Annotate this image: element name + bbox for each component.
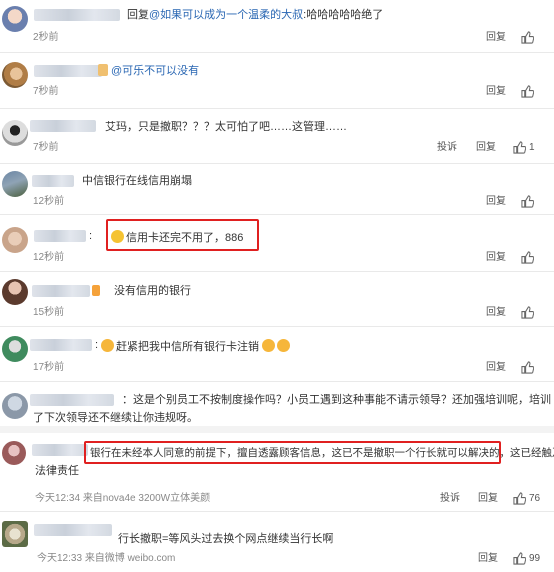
comment-text: 中信银行在线信用崩塌 bbox=[82, 175, 192, 187]
reply-button[interactable]: 回复 bbox=[486, 196, 506, 208]
comment-row-9: 银行在未经本人同意的前提下，擅自透露顾客信息，这已不是撤职一个行长就可以解决的，… bbox=[0, 433, 554, 512]
comment-text: 没有信用的银行 bbox=[114, 285, 191, 297]
avatar[interactable] bbox=[2, 393, 28, 419]
report-button[interactable]: 投诉 bbox=[440, 493, 460, 505]
thumbs-up-icon bbox=[521, 31, 534, 44]
highlight-box bbox=[106, 219, 259, 251]
comment-row-1: 回复@如果可以成为一个温柔的大叔:哈哈哈哈哈绝了 2秒前 回复 bbox=[0, 0, 554, 53]
comment-time: 12秒前 bbox=[33, 196, 65, 207]
username-blurred[interactable] bbox=[30, 120, 96, 132]
reply-button[interactable]: 回复 bbox=[478, 553, 498, 565]
like-button[interactable] bbox=[521, 306, 534, 319]
comment-row-6: 没有信用的银行 15秒前 回复 bbox=[0, 271, 554, 327]
comment-text: 行长撤职=等风头过去换个网点继续当行长啊 bbox=[118, 533, 334, 545]
sad-emoji-icon bbox=[277, 339, 291, 352]
comment-row-10: 行长撤职=等风头过去换个网点继续当行长啊 今天12:33 来自微博 weibo.… bbox=[0, 511, 554, 572]
username-blurred[interactable] bbox=[32, 444, 88, 456]
mention-link[interactable]: @可乐不可以没有 bbox=[111, 65, 199, 77]
mention-link[interactable]: @如果可以成为一个温柔的大叔 bbox=[149, 9, 303, 21]
comment-time: 12秒前 bbox=[33, 252, 65, 263]
like-button[interactable] bbox=[521, 361, 534, 374]
like-button[interactable] bbox=[521, 31, 534, 44]
sad-emoji-icon bbox=[101, 339, 114, 352]
avatar[interactable] bbox=[2, 227, 28, 253]
username-blurred[interactable] bbox=[32, 175, 74, 187]
comment-text: 赶紧把我中信所有银行卡注销 bbox=[101, 339, 292, 354]
comment-text-line-1: ：这是个别员工不按制度操作吗？小员工遇到这种事能不请示领导？还加强培训呢，培训 bbox=[122, 394, 551, 406]
comment-text: 艾玛，只是撤职？？？太可怕了吧……这管理…… bbox=[105, 121, 347, 133]
like-count: 99 bbox=[529, 552, 541, 564]
like-count: 76 bbox=[529, 492, 541, 504]
comment-text-line-2: 法律责任 bbox=[35, 465, 79, 477]
thumbs-up-icon bbox=[521, 195, 534, 208]
comment-time: 今天12:34 来自nova4e 3200W立体美颜 bbox=[35, 493, 211, 504]
comment-prefix: : bbox=[95, 339, 99, 351]
avatar[interactable] bbox=[2, 120, 28, 146]
like-button[interactable]: 99 bbox=[513, 552, 540, 565]
thumbs-up-icon bbox=[521, 85, 534, 98]
sad-emoji-icon bbox=[262, 339, 276, 352]
username-blurred[interactable] bbox=[30, 394, 114, 406]
avatar[interactable] bbox=[2, 62, 28, 88]
comment-row-2: @可乐不可以没有 7秒前 回复 bbox=[0, 52, 554, 109]
reply-button[interactable]: 回复 bbox=[486, 86, 506, 98]
like-button[interactable] bbox=[521, 251, 534, 264]
thumbs-up-icon bbox=[513, 492, 526, 505]
like-button[interactable]: 76 bbox=[513, 492, 540, 505]
username-blurred[interactable] bbox=[34, 230, 86, 242]
reply-button[interactable]: 回复 bbox=[486, 362, 506, 374]
username-blurred[interactable] bbox=[34, 524, 112, 536]
comment-time: 7秒前 bbox=[33, 86, 59, 97]
comment-time: 2秒前 bbox=[33, 32, 59, 43]
comment-time: 今天12:33 来自微博 weibo.com bbox=[37, 553, 176, 564]
avatar[interactable] bbox=[2, 521, 28, 547]
username-blurred[interactable] bbox=[34, 9, 120, 21]
comment-row-4: 中信银行在线信用崩塌 12秒前 回复 bbox=[0, 163, 554, 215]
report-button[interactable]: 投诉 bbox=[437, 142, 457, 154]
reply-button[interactable]: 回复 bbox=[476, 142, 496, 154]
comment-row-5: : 信用卡还完不用了，886 12秒前 回复 bbox=[0, 214, 554, 272]
like-button[interactable] bbox=[521, 85, 534, 98]
username-blurred[interactable] bbox=[34, 65, 102, 77]
thumbs-up-icon bbox=[521, 251, 534, 264]
comment-text: @可乐不可以没有 bbox=[111, 64, 199, 78]
avatar[interactable] bbox=[2, 279, 28, 305]
reply-button[interactable]: 回复 bbox=[486, 252, 506, 264]
reply-button[interactable]: 回复 bbox=[486, 307, 506, 319]
reply-button[interactable]: 回复 bbox=[486, 32, 506, 44]
comment-time: 17秒前 bbox=[33, 362, 65, 373]
thumbs-up-icon bbox=[521, 361, 534, 374]
comment-prefix: : bbox=[89, 230, 93, 242]
emoji-blurred bbox=[98, 64, 108, 76]
thumbs-up-icon bbox=[513, 141, 526, 154]
avatar[interactable] bbox=[2, 171, 28, 197]
like-count: 1 bbox=[529, 141, 535, 153]
thumbs-up-icon bbox=[513, 552, 526, 565]
comment-time: 7秒前 bbox=[33, 142, 59, 153]
comment-row-7: : 赶紧把我中信所有银行卡注销 17秒前 回复 bbox=[0, 326, 554, 382]
comment-row-8: ：这是个别员工不按制度操作吗？小员工遇到这种事能不请示领导？还加强培训呢，培训 … bbox=[0, 381, 554, 431]
like-button[interactable] bbox=[521, 195, 534, 208]
comment-time: 15秒前 bbox=[33, 307, 65, 318]
section-separator bbox=[0, 426, 554, 433]
username-blurred[interactable] bbox=[32, 285, 90, 297]
avatar[interactable] bbox=[2, 6, 28, 32]
reply-button[interactable]: 回复 bbox=[478, 493, 498, 505]
comment-text: 回复@如果可以成为一个温柔的大叔:哈哈哈哈哈绝了 bbox=[127, 9, 384, 21]
highlight-box bbox=[84, 441, 501, 464]
avatar[interactable] bbox=[2, 441, 26, 465]
comment-row-3: 艾玛，只是撤职？？？太可怕了吧……这管理…… 7秒前 投诉 回复 1 bbox=[0, 108, 554, 164]
username-blurred[interactable] bbox=[30, 339, 92, 351]
comment-text-line-2: 了下次领导还不继续让你违规呀。 bbox=[33, 412, 198, 424]
emoji-blurred bbox=[92, 285, 100, 296]
avatar[interactable] bbox=[2, 336, 28, 362]
thumbs-up-icon bbox=[521, 306, 534, 319]
like-button[interactable]: 1 bbox=[513, 141, 535, 154]
